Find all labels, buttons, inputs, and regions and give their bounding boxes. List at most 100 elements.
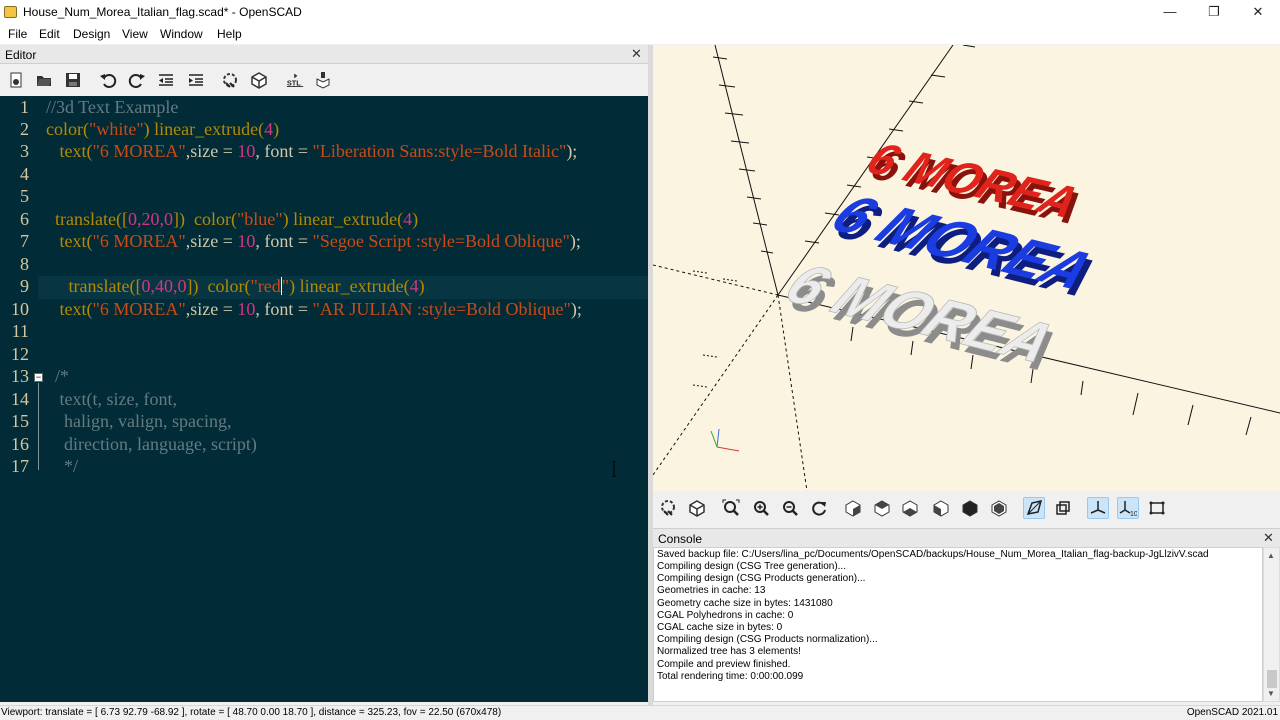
- code-line-17: */: [46, 456, 79, 476]
- view-bottom-icon[interactable]: [899, 497, 921, 519]
- menu-edit[interactable]: Edit: [39, 27, 60, 41]
- code-editor[interactable]: 1 2 3 4 5 6 7 8 9 10 11 12 13 14 15 16 1…: [0, 96, 648, 702]
- console-close-button[interactable]: ✕: [1263, 531, 1274, 545]
- code-line-16: direction, language, script): [46, 434, 257, 454]
- line-number: 4: [20, 164, 29, 184]
- menu-design[interactable]: Design: [73, 27, 110, 41]
- console-line: CGAL Polyhedrons in cache: 0: [657, 610, 794, 621]
- indent-icon[interactable]: [186, 70, 206, 90]
- scrollbar-thumb[interactable]: [1267, 670, 1277, 688]
- console-scrollbar[interactable]: ▲ ▼: [1263, 547, 1280, 702]
- save-icon[interactable]: [63, 70, 83, 90]
- scroll-down-arrow-icon[interactable]: ▼: [1267, 689, 1275, 698]
- axes-gizmo: [710, 428, 740, 452]
- send-to-print-icon[interactable]: [313, 70, 333, 90]
- code-line-3: text("6 MOREA",size = 10, font = "Libera…: [46, 141, 578, 161]
- console-line: Compiling design (CSG Products generatio…: [657, 573, 866, 584]
- redo-icon[interactable]: [127, 70, 147, 90]
- console-line: Compile and preview finished.: [657, 659, 791, 670]
- z-axis-negative: [653, 294, 779, 476]
- preview-icon[interactable]: [657, 497, 679, 519]
- code-line-2: color("white") linear_extrude(4): [46, 119, 280, 139]
- view-back-icon[interactable]: [988, 497, 1010, 519]
- show-edges-icon[interactable]: [1146, 497, 1168, 519]
- line-number: 9: [20, 276, 29, 296]
- viewport-scene: 6 MOREA 6 MOREA 6 MOREA 6 MOREA 6 MOREA …: [653, 45, 1280, 491]
- undo-icon[interactable]: [98, 70, 118, 90]
- editor-dock-header: Editor ✕: [0, 45, 650, 64]
- open-file-icon[interactable]: [34, 70, 54, 90]
- line-number: 11: [11, 321, 29, 341]
- fold-guide: [38, 383, 39, 470]
- x-axis-negative: [653, 264, 779, 296]
- line-number: 12: [11, 344, 29, 364]
- orthogonal-icon[interactable]: [1052, 497, 1074, 519]
- show-scale-markers-icon[interactable]: 10: [1117, 497, 1139, 519]
- console-output[interactable]: Saved backup file: C:/Users/lina_pc/Docu…: [653, 547, 1263, 702]
- line-number: 14: [11, 389, 29, 409]
- minimize-button[interactable]: —: [1148, 2, 1192, 22]
- close-window-button[interactable]: ✕: [1236, 2, 1280, 22]
- scroll-up-arrow-icon[interactable]: ▲: [1267, 551, 1275, 560]
- console-title: Console: [658, 532, 703, 546]
- code-line-14: text(t, size, font,: [46, 389, 177, 409]
- line-number: 6: [20, 209, 29, 229]
- mouse-ibeam-cursor: [612, 461, 616, 477]
- line-number: 17: [11, 456, 29, 476]
- console-dock-header: Console ✕: [653, 528, 1280, 547]
- console-line: Compiling design (CSG Products normaliza…: [657, 634, 878, 645]
- console-line: Total rendering time: 0:00:00.099: [657, 671, 804, 682]
- menu-window[interactable]: Window: [160, 27, 203, 41]
- line-number-gutter: 1 2 3 4 5 6 7 8 9 10 11 12 13 14 15 16 1…: [0, 96, 36, 702]
- line-number: 16: [11, 434, 29, 454]
- zoom-out-icon[interactable]: [779, 497, 801, 519]
- maximize-button[interactable]: ❐: [1192, 2, 1236, 22]
- menu-file[interactable]: File: [8, 27, 27, 41]
- zoom-all-icon[interactable]: [720, 497, 742, 519]
- openscad-window: House_Num_Morea_Italian_flag.scad* - Ope…: [0, 0, 1280, 720]
- line-number: 13: [11, 366, 29, 386]
- view-right-icon[interactable]: [842, 497, 864, 519]
- export-stl-icon[interactable]: STL: [283, 70, 307, 90]
- line-number: 7: [20, 231, 29, 251]
- unindent-icon[interactable]: [156, 70, 176, 90]
- fold-toggle[interactable]: −: [34, 373, 43, 382]
- editor-title: Editor: [5, 48, 37, 62]
- code-line-10: text("6 MOREA",size = 10, font = "AR JUL…: [46, 299, 582, 319]
- code-line-1: //3d Text Example: [46, 97, 179, 117]
- view-front-icon[interactable]: [959, 497, 981, 519]
- preview-icon[interactable]: [220, 70, 240, 90]
- perspective-icon[interactable]: [1023, 497, 1045, 519]
- menu-view[interactable]: View: [122, 27, 148, 41]
- line-number: 15: [11, 411, 29, 431]
- title-bar: House_Num_Morea_Italian_flag.scad* - Ope…: [0, 0, 1280, 24]
- render-icon[interactable]: [686, 497, 708, 519]
- new-file-icon[interactable]: [6, 70, 26, 90]
- line-number: 3: [20, 141, 29, 161]
- reset-view-icon[interactable]: [808, 497, 830, 519]
- code-line-13: /*: [55, 366, 70, 386]
- version-label: OpenSCAD 2021.01: [1186, 707, 1278, 718]
- console-line: Compiling design (CSG Tree generation)..…: [657, 561, 846, 572]
- console-line: CGAL cache size in bytes: 0: [657, 622, 783, 633]
- render-icon[interactable]: [249, 70, 269, 90]
- view-left-icon[interactable]: [930, 497, 952, 519]
- show-axes-icon[interactable]: [1087, 497, 1109, 519]
- menu-help[interactable]: Help: [217, 27, 242, 41]
- code-line-7: text("6 MOREA",size = 10, font = "Segoe …: [46, 231, 581, 251]
- console-line: Saved backup file: C:/Users/lina_pc/Docu…: [657, 549, 1209, 560]
- line-number: 2: [20, 119, 29, 139]
- zoom-in-icon[interactable]: [750, 497, 772, 519]
- viewport-status: Viewport: translate = [ 6.73 92.79 -68.9…: [1, 707, 502, 718]
- openscad-app-icon: [4, 6, 17, 18]
- code-line-9: translate([0,40,0]) color("red") linear_…: [46, 276, 425, 296]
- editor-close-button[interactable]: ✕: [631, 47, 642, 61]
- console-line: Geometries in cache: 13: [657, 585, 766, 596]
- 3d-viewport[interactable]: 6 MOREA 6 MOREA 6 MOREA 6 MOREA 6 MOREA …: [653, 45, 1280, 491]
- code-line-15: halign, valign, spacing,: [46, 411, 232, 431]
- console-line: Normalized tree has 3 elements!: [657, 646, 801, 657]
- view-top-icon[interactable]: [871, 497, 893, 519]
- line-number: 1: [20, 97, 29, 117]
- line-number: 8: [20, 254, 29, 274]
- status-bar: Viewport: translate = [ 6.73 92.79 -68.9…: [0, 705, 1280, 720]
